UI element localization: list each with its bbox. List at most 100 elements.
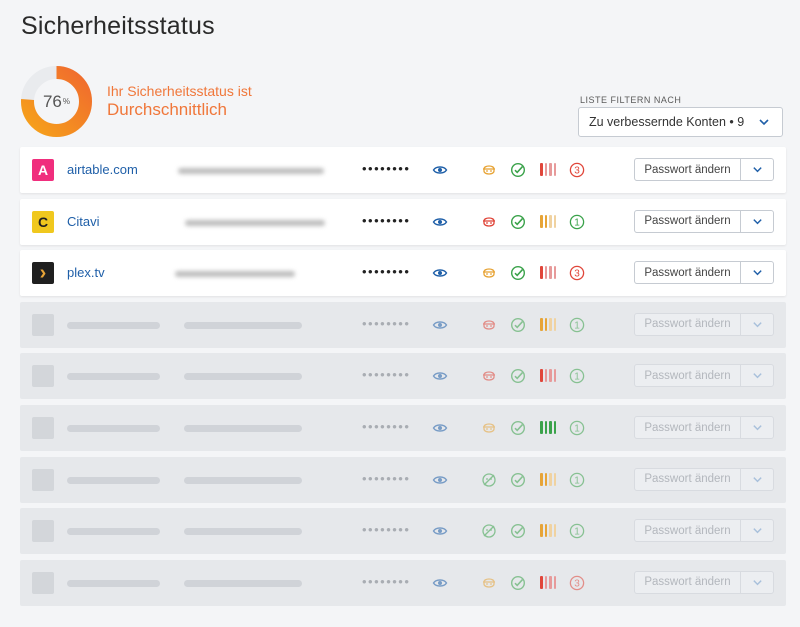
reuse-count-badge: 3 (569, 265, 585, 281)
account-row: •••••••• 3 Passwort ändern (20, 559, 786, 606)
strength-meter (540, 266, 558, 280)
password-mask: •••••••• (362, 367, 411, 383)
svg-text:3: 3 (574, 578, 580, 589)
eye-icon[interactable] (432, 162, 448, 178)
eye-icon[interactable] (432, 523, 448, 539)
strength-meter (540, 421, 558, 435)
username-redacted (185, 219, 325, 226)
change-password-button[interactable]: Passwort ändern (634, 364, 741, 388)
row-menu-button[interactable] (740, 158, 774, 181)
eye-icon[interactable] (432, 317, 448, 333)
change-password-button[interactable]: Passwort ändern (634, 158, 741, 181)
check-icon (510, 214, 526, 230)
change-password-button[interactable]: Passwort ändern (634, 312, 741, 336)
site-logo-placeholder (32, 365, 54, 388)
no-breach-icon (481, 472, 497, 488)
change-password-button[interactable]: Passwort ändern (634, 209, 741, 233)
row-menu-button[interactable] (740, 570, 774, 594)
account-row: •••••••• 1 Passwort ändern (20, 405, 786, 451)
password-mask: •••••••• (362, 264, 411, 280)
hacker-icon (481, 265, 497, 281)
password-mask: •••••••• (362, 470, 411, 486)
account-row: •••••••• 1 Passwort ändern (20, 508, 786, 555)
reuse-count-badge: 3 (569, 575, 585, 591)
reuse-count-badge: 1 (569, 420, 585, 436)
site-name-placeholder (67, 528, 160, 536)
password-mask: •••••••• (362, 315, 411, 331)
chevron-down-icon (759, 119, 769, 126)
chevron-down-icon (752, 425, 762, 431)
svg-text:1: 1 (574, 424, 580, 435)
change-password-button[interactable]: Passwort ändern (634, 416, 741, 439)
check-icon (510, 575, 526, 591)
row-menu-button[interactable] (740, 209, 774, 233)
no-breach-icon (481, 523, 497, 539)
page-title: Sicherheitsstatus (21, 12, 215, 40)
row-menu-button[interactable] (740, 467, 774, 491)
strength-meter (540, 214, 558, 229)
chevron-down-icon (752, 579, 762, 586)
row-menu-button[interactable] (740, 364, 774, 388)
check-icon (510, 368, 526, 384)
site-name[interactable]: Citavi (67, 214, 100, 229)
password-mask: •••••••• (362, 212, 411, 228)
site-logo-placeholder (32, 520, 54, 543)
change-password-button[interactable]: Passwort ändern (634, 261, 741, 285)
chevron-down-icon (752, 218, 762, 224)
password-mask: •••••••• (362, 573, 411, 589)
hacker-icon (481, 575, 497, 591)
password-mask: •••••••• (362, 522, 411, 538)
eye-icon[interactable] (432, 368, 448, 384)
account-row: Aairtable.com •••••••• 3 Passwort ändern (20, 147, 786, 193)
password-mask: •••••••• (362, 161, 411, 176)
svg-text:1: 1 (574, 320, 580, 331)
reuse-count-badge: 1 (569, 523, 585, 539)
site-logo-placeholder (32, 571, 54, 594)
username-redacted (175, 271, 295, 278)
username-placeholder (184, 476, 302, 484)
change-password-button[interactable]: Passwort ändern (634, 519, 741, 543)
score-value: 76% (42, 91, 71, 111)
filter-select[interactable]: Zu verbessernde Konten • 9 (578, 107, 783, 137)
reuse-count-badge: 1 (569, 472, 585, 488)
status-level: Durchschnittlich (107, 100, 227, 119)
filter-selected-value: Zu verbessernde Konten • 9 (589, 115, 745, 129)
security-score-donut: 76% (20, 65, 93, 138)
site-name-placeholder (67, 321, 160, 329)
hacker-icon (481, 214, 497, 230)
strength-meter (540, 163, 558, 177)
site-logo: C (32, 210, 54, 233)
site-name-placeholder (67, 579, 160, 587)
chevron-down-icon (752, 528, 762, 534)
hacker-icon (481, 162, 497, 178)
row-menu-button[interactable] (740, 416, 774, 439)
username-redacted (178, 168, 324, 174)
reuse-count-badge: 1 (569, 368, 585, 384)
eye-icon[interactable] (432, 214, 448, 230)
site-name[interactable]: airtable.com (67, 162, 138, 177)
hacker-icon (481, 368, 497, 384)
check-icon (510, 162, 526, 178)
site-name-placeholder (67, 373, 160, 381)
reuse-count-badge: 3 (569, 162, 585, 178)
hacker-icon (481, 420, 497, 436)
username-placeholder (184, 425, 302, 432)
site-logo-placeholder (32, 468, 54, 491)
username-placeholder (184, 528, 302, 536)
strength-meter (540, 369, 558, 383)
change-password-button[interactable]: Passwort ändern (634, 467, 741, 491)
site-name[interactable]: plex.tv (67, 265, 105, 280)
svg-text:3: 3 (574, 269, 580, 280)
eye-icon[interactable] (432, 265, 448, 281)
username-placeholder (184, 321, 302, 329)
row-menu-button[interactable] (740, 261, 774, 285)
reuse-count-badge: 1 (569, 317, 585, 333)
eye-icon[interactable] (432, 420, 448, 436)
row-menu-button[interactable] (740, 312, 774, 336)
strength-meter (540, 317, 558, 332)
eye-icon[interactable] (432, 575, 448, 591)
row-menu-button[interactable] (740, 519, 774, 543)
change-password-button[interactable]: Passwort ändern (634, 570, 741, 594)
eye-icon[interactable] (432, 472, 448, 488)
svg-text:1: 1 (574, 475, 580, 486)
